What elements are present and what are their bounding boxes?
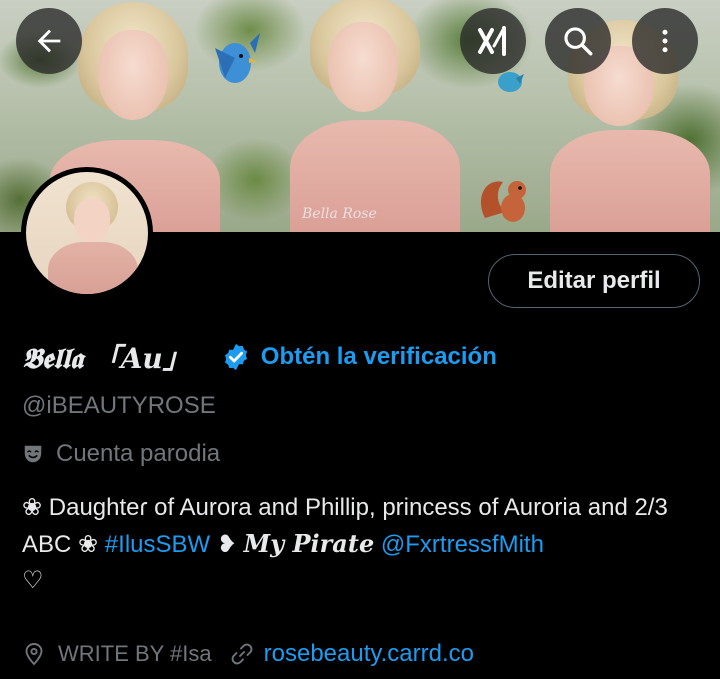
bio-heart: ♡	[22, 567, 44, 594]
parody-text: Cuenta parodia	[56, 440, 221, 467]
location-pin-icon	[25, 643, 43, 666]
more-options-button[interactable]	[632, 8, 698, 74]
arrow-left-icon	[37, 29, 61, 53]
avatar-image	[26, 172, 148, 294]
theater-mask-icon	[24, 445, 42, 463]
verified-badge-icon[interactable]	[221, 342, 251, 372]
location-text: WRITE BY #Isa	[58, 641, 212, 666]
edit-profile-button[interactable]: Editar perfil	[488, 254, 700, 308]
back-button[interactable]	[16, 8, 82, 74]
profile-meta: WRITE BY #Isa rosebeauty.carrd.co	[22, 636, 474, 672]
bio-separator: ❥	[210, 531, 244, 558]
bio-pirate-text: My Pirate	[243, 529, 375, 558]
bluebird-icon	[215, 33, 260, 83]
bio-space	[374, 531, 381, 558]
banner-portrait-center	[270, 0, 470, 232]
grok-button[interactable]	[460, 8, 526, 74]
hashtag-link[interactable]: #IlusSBW	[105, 531, 210, 558]
banner-watermark: Bella Rose	[302, 206, 377, 222]
website-link[interactable]: rosebeauty.carrd.co	[264, 640, 474, 668]
profile-bio: ❀ Daughteɾ of Aurora and Phillip, prince…	[22, 490, 712, 599]
search-button[interactable]	[545, 8, 611, 74]
grok-icon	[478, 26, 506, 56]
name-row: 𝕭𝖊𝖑𝖑𝖆 「𝑨𝒖」 Obtén la verificación	[22, 334, 497, 380]
squirrel-icon	[481, 181, 526, 222]
avatar[interactable]	[21, 167, 153, 299]
get-verified-link[interactable]: Obtén la verificación	[261, 343, 497, 371]
username-handle: @iBEAUTYROSE	[22, 392, 216, 419]
more-vertical-icon	[662, 29, 668, 53]
link-icon	[231, 643, 253, 665]
mention-link[interactable]: @FxrtressfMith	[381, 531, 544, 558]
parody-account-label: Cuenta parodia	[22, 440, 220, 468]
search-icon	[564, 27, 593, 56]
display-name: 𝕭𝖊𝖑𝖑𝖆 「𝑨𝒖」	[22, 342, 191, 375]
